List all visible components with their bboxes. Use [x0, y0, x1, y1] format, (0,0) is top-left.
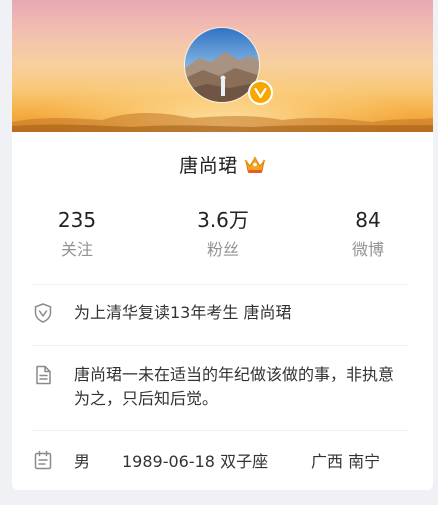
birthday-text: 1989-06-18 双子座	[122, 452, 269, 471]
crown-icon[interactable]	[244, 155, 266, 175]
basic-info-row: 男 1989-06-18 双子座 广西 南宁	[32, 448, 422, 472]
stat-followers-count: 3.6万	[197, 208, 249, 232]
stat-following-count: 235	[57, 208, 97, 232]
profile-name-row: 唐尚珺	[12, 151, 433, 178]
verification-row: 为上清华复读13年考生 唐尚珺	[32, 301, 412, 325]
stat-posts-count: 84	[355, 208, 381, 232]
stat-following-label: 关注	[60, 240, 93, 259]
profile-name: 唐尚珺	[179, 155, 238, 177]
bio-row: 唐尚珺一未在适当的年纪做该做的事，非执意为之，只后知后觉。	[32, 363, 412, 411]
stat-followers[interactable]: 3.6万 粉丝	[163, 206, 283, 264]
divider	[32, 430, 409, 431]
verified-v-icon	[248, 80, 273, 105]
calendar-icon	[34, 450, 52, 470]
profile-card: 唐尚珺 235 关注 3.6万 粉丝 84 微博 为上清华复读13年考生 唐尚珺…	[12, 0, 433, 490]
stat-posts-label: 微博	[351, 240, 384, 259]
bio-text: 唐尚珺一未在适当的年纪做该做的事，非执意为之，只后知后觉。	[74, 365, 395, 408]
verification-text: 为上清华复读13年考生 唐尚珺	[74, 303, 292, 322]
stat-following[interactable]: 235 关注	[17, 206, 137, 264]
stat-posts[interactable]: 84 微博	[308, 206, 428, 264]
location-text: 广西 南宁	[311, 452, 381, 471]
divider	[32, 345, 409, 346]
gender-text: 男	[74, 452, 91, 471]
shield-verified-icon	[34, 303, 52, 323]
stat-followers-label: 粉丝	[206, 240, 239, 259]
document-icon	[36, 365, 51, 385]
profile-stats: 235 关注 3.6万 粉丝 84 微博	[12, 206, 433, 270]
divider	[32, 284, 409, 285]
